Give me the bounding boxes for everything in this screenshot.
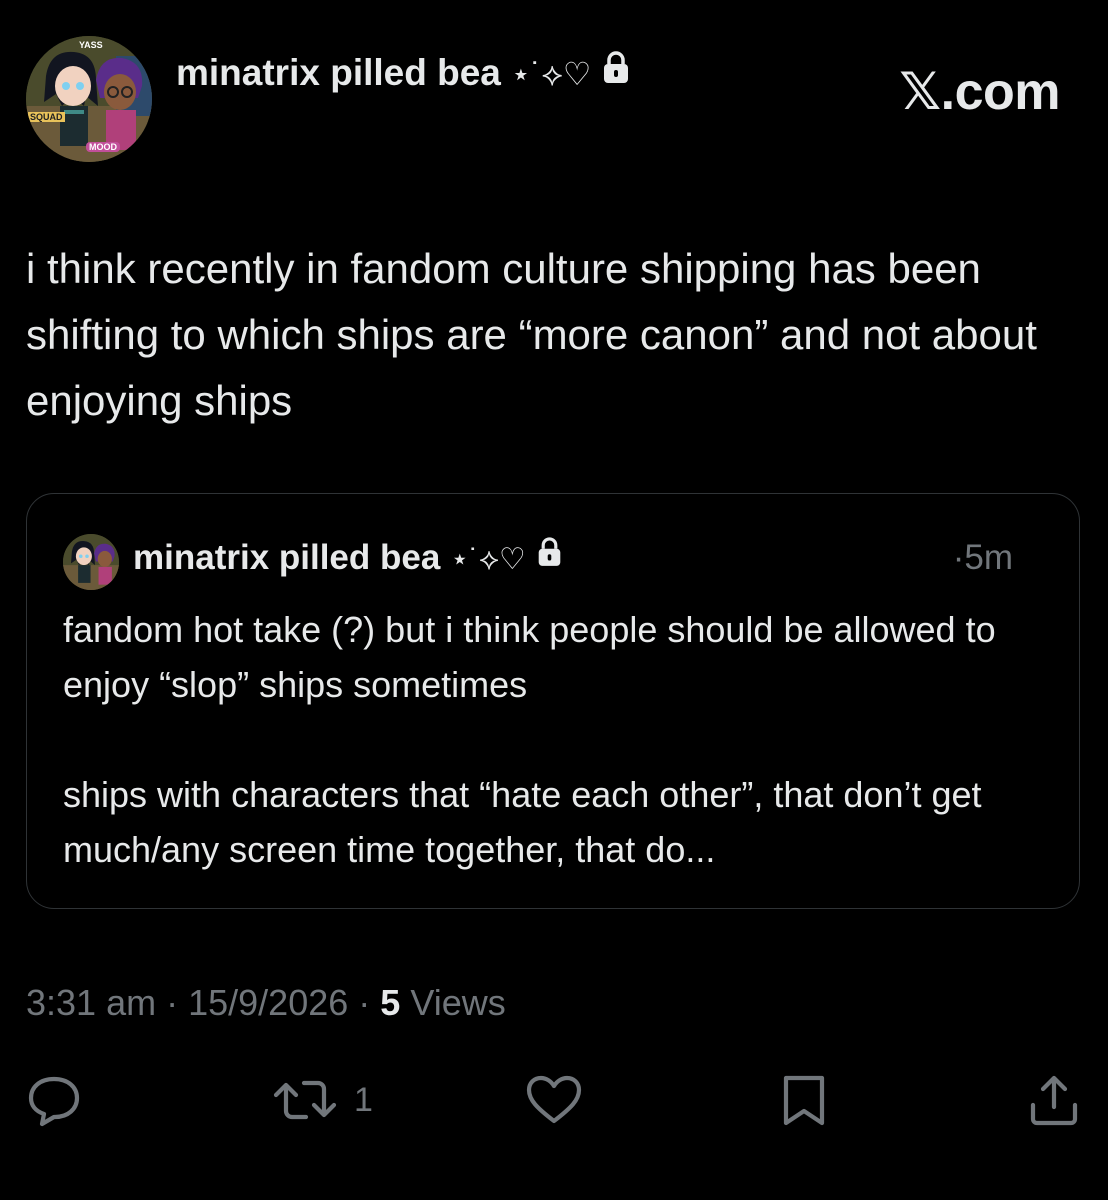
author-name[interactable]: minatrix pilled bea ⋆˙⟡♡	[176, 50, 631, 97]
avatar-caption-bottom: MOOD	[86, 142, 120, 152]
views-count: 5	[380, 982, 401, 1023]
share-button[interactable]	[1028, 1072, 1080, 1128]
quoted-author-name[interactable]: minatrix pilled bea ⋆˙⟡♡	[133, 536, 563, 580]
tweet-text: i think recently in fandom culture shipp…	[26, 245, 1037, 424]
brand-label: 𝕏.com	[899, 63, 1060, 121]
share-icon	[1030, 1075, 1078, 1126]
name-decoration: ⋆˙⟡♡	[510, 56, 592, 92]
bookmark-icon	[783, 1075, 825, 1126]
quoted-time-separator: ·	[952, 538, 965, 577]
meta-separator: ·	[166, 982, 179, 1023]
meta-time[interactable]: 3:31 am	[26, 982, 156, 1023]
views-label: Views	[410, 982, 506, 1023]
tweet-meta: 3:31 am · 15/9/2026 · 5 Views	[26, 982, 506, 1024]
repost-button[interactable]: 1	[272, 1072, 373, 1128]
avatar-caption-left: SQUAD	[28, 112, 65, 122]
quoted-avatar-image	[63, 534, 119, 590]
quoted-lock-icon	[536, 536, 563, 576]
meta-date[interactable]: 15/9/2026	[188, 982, 348, 1023]
bookmark-button[interactable]	[780, 1072, 828, 1128]
lock-icon	[601, 50, 631, 93]
reply-icon	[28, 1076, 80, 1127]
heart-icon	[526, 1075, 582, 1124]
quoted-avatar[interactable]	[63, 534, 119, 590]
quoted-tweet-card[interactable]: minatrix pilled bea ⋆˙⟡♡ ·5m fandom hot t…	[26, 493, 1080, 909]
quoted-time: 5m	[964, 538, 1013, 577]
quoted-display-name: minatrix pilled bea	[133, 538, 441, 577]
repost-icon	[273, 1080, 337, 1120]
avatar[interactable]: YASS SQUAD MOOD	[26, 36, 152, 162]
quoted-name-decoration: ⋆˙⟡♡	[450, 543, 526, 576]
reply-button[interactable]	[26, 1072, 82, 1128]
meta-separator: ·	[358, 982, 371, 1023]
quoted-tweet-text: fandom hot take (?) but i think people s…	[63, 609, 996, 870]
quoted-timestamp[interactable]: ·5m	[953, 538, 1013, 578]
like-button[interactable]	[525, 1072, 583, 1128]
author-display-name: minatrix pilled bea	[176, 52, 501, 93]
repost-count: 1	[354, 1080, 373, 1119]
avatar-caption-top: YASS	[79, 40, 103, 50]
